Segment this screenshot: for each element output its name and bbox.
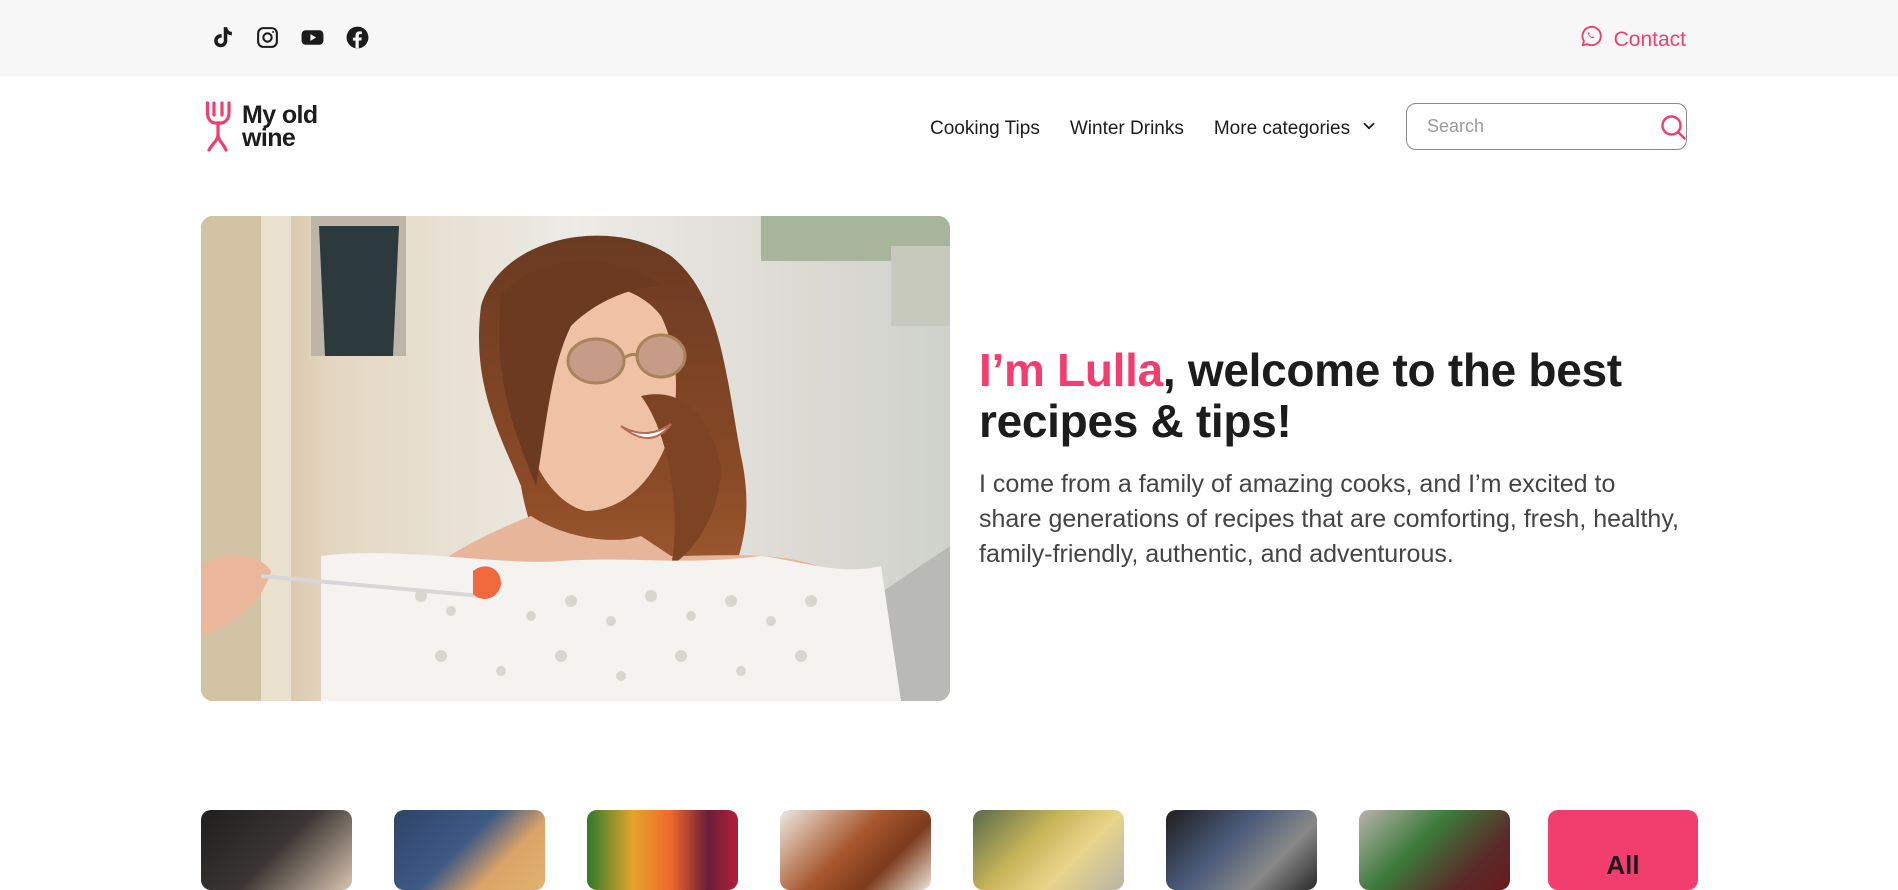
nav-item-more-categories[interactable]: More categories [1214,117,1378,141]
facebook-icon[interactable] [345,25,370,50]
top-bar: Contact [0,0,1898,77]
contact-link[interactable]: Contact [1579,24,1686,55]
category-card[interactable] [201,810,352,890]
contact-label: Contact [1613,27,1686,51]
social-links [210,25,370,50]
search-box [1406,103,1687,150]
category-card[interactable] [973,810,1124,890]
fork-icon [205,101,232,153]
youtube-icon[interactable] [300,25,325,50]
hero-image [201,216,950,701]
all-categories-button[interactable]: All [1548,810,1698,890]
tiktok-icon[interactable] [210,25,235,50]
main-nav: Cooking Tips Winter Drinks More categori… [930,117,1378,141]
hero-text: I’m Lulla, welcome to the best recipes &… [979,345,1699,572]
hero-title-accent: I’m Lulla [979,344,1163,396]
hero-description: I come from a family of amazing cooks, a… [979,470,1679,568]
logo-wordmark: My old wine [242,103,318,152]
category-cards [201,810,1510,890]
site-logo[interactable]: My old wine [205,101,318,153]
category-card[interactable] [1359,810,1510,890]
more-categories-label: More categories [1213,118,1351,139]
nav-item-winter-drinks[interactable]: Winter Drinks [1070,118,1184,140]
all-categories-label: All [1606,850,1640,880]
chevron-down-icon [1360,117,1378,141]
nav-item-cooking-tips[interactable]: Cooking Tips [930,118,1040,140]
hero-title: I’m Lulla, welcome to the best recipes &… [979,345,1699,447]
woman-eating-photo [201,216,950,701]
category-card[interactable] [780,810,931,890]
logo-line-2: wine [242,124,296,152]
search-input[interactable] [1427,116,1659,137]
category-card[interactable] [587,810,738,890]
search-icon[interactable] [1659,113,1687,141]
category-card[interactable] [394,810,545,890]
instagram-icon[interactable] [255,25,280,50]
site-header: My old wine Cooking Tips Winter Drinks M… [0,77,1898,177]
category-card[interactable] [1166,810,1317,890]
whatsapp-icon [1579,24,1604,55]
